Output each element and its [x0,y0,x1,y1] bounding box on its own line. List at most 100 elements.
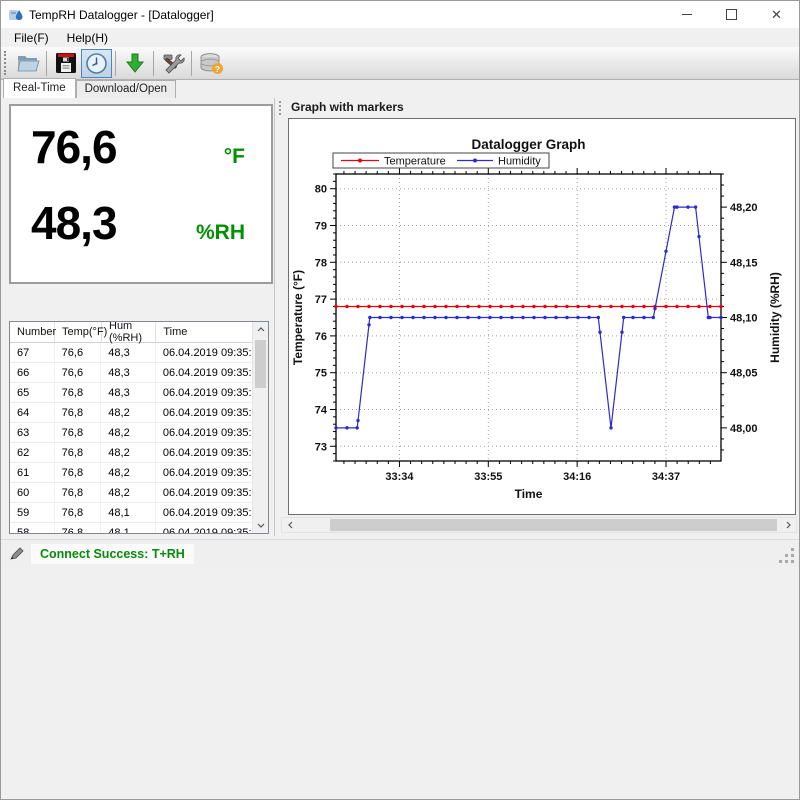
table-cell: 59 [10,503,55,522]
table-row[interactable]: 6176,848,206.04.2019 09:35:18 [10,463,252,483]
device-query-button[interactable]: ? [195,49,226,78]
tab-real-time[interactable]: Real-Time [3,78,76,98]
svg-text:48,10: 48,10 [730,313,758,325]
scroll-right-icon[interactable] [780,518,796,532]
table-row[interactable]: 6076,848,206.04.2019 09:35:16 [10,483,252,503]
toolbar-separator [153,51,154,76]
svg-text:Humidity: Humidity [498,156,541,168]
column-header-time[interactable]: Time [156,322,252,342]
floppy-disk-icon [55,52,77,74]
table-cell: 66 [10,363,55,382]
table-cell: 06.04.2019 09:35:18 [156,463,252,482]
table-cell: 06.04.2019 09:35:31 [156,343,252,362]
app-icon [8,7,24,23]
measurement-table: Number Temp(°F) Hum (%RH) Time 6776,648,… [9,321,269,534]
table-row[interactable]: 5976,848,106.04.2019 09:35:14 [10,503,252,523]
scroll-up-icon[interactable] [253,322,268,337]
svg-text:Temperature: Temperature [384,156,446,168]
realtime-button[interactable] [81,49,112,78]
humidity-readout: 48,3 %RH [11,174,271,250]
column-header-hum[interactable]: Hum (%RH) [102,322,156,342]
folder-open-icon [16,52,40,74]
graph-container: Datalogger Graph33:3433:5534:1634:377374… [288,118,796,515]
table-row[interactable]: 6476,848,206.04.2019 09:35:25 [10,403,252,423]
table-cell: 48,1 [101,523,156,533]
scroll-left-icon[interactable] [282,518,298,532]
svg-text:?: ? [214,64,219,74]
download-data-button[interactable] [119,49,150,78]
svg-text:33:34: 33:34 [385,471,414,483]
table-cell: 64 [10,403,55,422]
table-cell: 76,8 [55,403,102,422]
graph-panel-header: Graph with markers [291,100,404,114]
close-icon: ✕ [771,8,782,21]
svg-text:75: 75 [315,368,327,380]
svg-text:74: 74 [315,404,328,416]
table-cell: 60 [10,483,55,502]
save-button[interactable] [50,49,81,78]
svg-text:77: 77 [315,294,327,306]
resize-grip[interactable] [778,547,796,565]
graph-hscrollbar[interactable] [281,517,797,533]
minimize-icon [682,14,692,15]
toolbar-grip[interactable] [4,51,9,75]
download-arrow-icon [124,52,146,74]
table-cell: 48,2 [101,463,156,482]
svg-text:34:16: 34:16 [563,471,591,483]
maximize-button[interactable] [709,1,754,28]
table-cell: 48,3 [101,363,156,382]
clock-icon [85,52,108,75]
toolbar-separator [115,51,116,76]
app-window: TempRH Datalogger - [Datalogger] ✕ File(… [0,0,800,800]
table-cell: 76,8 [55,483,102,502]
scroll-down-icon[interactable] [253,518,268,533]
svg-text:48,05: 48,05 [730,368,758,380]
table-cell: 06.04.2019 09:35:29 [156,363,252,382]
open-file-button[interactable] [12,49,43,78]
table-cell: 06.04.2019 09:35:21 [156,443,252,462]
table-cell: 63 [10,423,55,442]
column-header-number[interactable]: Number [10,322,55,342]
svg-text:79: 79 [315,221,327,233]
table-row[interactable]: 6376,848,206.04.2019 09:35:23 [10,423,252,443]
svg-text:78: 78 [315,257,327,269]
settings-button[interactable] [157,49,188,78]
table-cell: 48,2 [101,423,156,442]
table-row[interactable]: 6676,648,306.04.2019 09:35:29 [10,363,252,383]
svg-text:76: 76 [315,331,327,343]
graph-panel-grip[interactable] [279,101,284,115]
maximize-icon [726,9,737,20]
minimize-button[interactable] [664,1,709,28]
table-cell: 58 [10,523,55,533]
humidity-unit: %RH [196,221,245,245]
table-cell: 76,6 [55,343,102,362]
menu-file[interactable]: File(F) [5,29,58,47]
graph-hscrollbar-thumb[interactable] [330,519,777,531]
table-row[interactable]: 5876,848,106.04.2019 09:35:12 [10,523,252,533]
table-cell: 06.04.2019 09:35:23 [156,423,252,442]
panel-divider [274,98,275,536]
table-row[interactable]: 6276,848,206.04.2019 09:35:21 [10,443,252,463]
close-button[interactable]: ✕ [754,1,799,28]
table-body: 6776,648,306.04.2019 09:35:316676,648,30… [10,343,252,533]
svg-text:80: 80 [315,184,327,196]
table-row[interactable]: 6576,848,306.04.2019 09:35:27 [10,383,252,403]
status-message: Connect Success: T+RH [31,544,194,564]
table-scrollbar-thumb[interactable] [255,340,266,388]
table-cell: 62 [10,443,55,462]
column-header-temp[interactable]: Temp(°F) [55,322,102,342]
menu-help[interactable]: Help(H) [58,29,117,47]
table-scrollbar[interactable] [252,322,268,533]
title-bar: TempRH Datalogger - [Datalogger] ✕ [1,1,799,28]
table-cell: 48,3 [101,383,156,402]
table-cell: 06.04.2019 09:35:16 [156,483,252,502]
table-row[interactable]: 6776,648,306.04.2019 09:35:31 [10,343,252,363]
temperature-value: 76,6 [31,120,117,174]
table-cell: 48,2 [101,483,156,502]
table-cell: 76,8 [55,443,102,462]
table-cell: 65 [10,383,55,402]
menu-bar: File(F) Help(H) [1,28,799,47]
database-question-icon: ? [198,52,224,75]
svg-text:48,00: 48,00 [730,423,758,435]
tab-download-open[interactable]: Download/Open [76,80,176,98]
